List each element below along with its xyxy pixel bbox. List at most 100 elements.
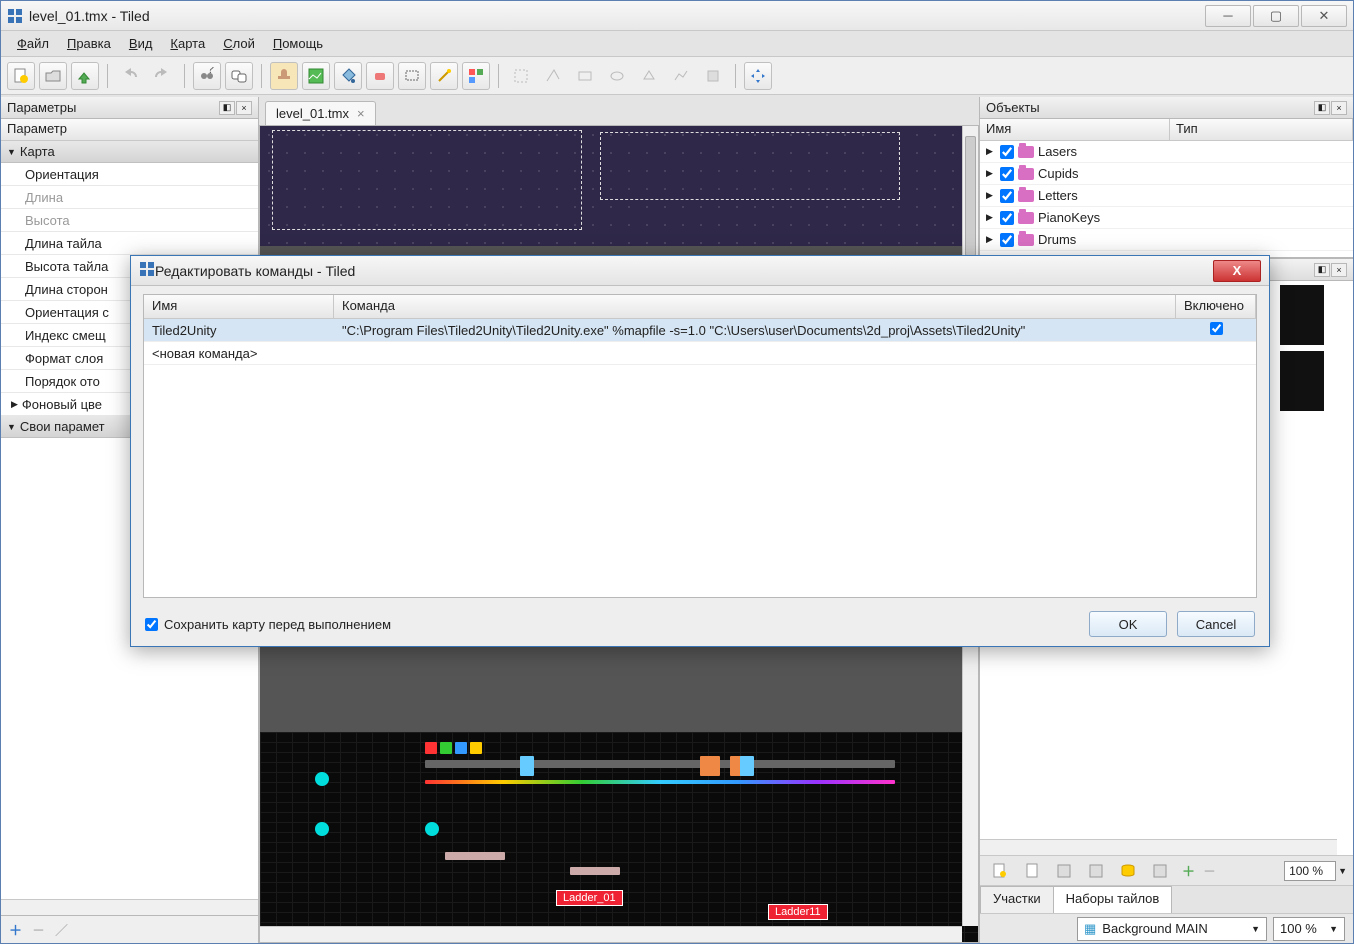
remove-property-button[interactable]: － bbox=[32, 920, 45, 939]
eraser-tool-button[interactable] bbox=[366, 62, 394, 90]
folder-icon bbox=[1018, 234, 1034, 246]
tileset-props-button[interactable] bbox=[1146, 857, 1174, 885]
tileset-import-button[interactable] bbox=[1082, 857, 1110, 885]
prop-hscroll[interactable] bbox=[1, 899, 258, 915]
redo-button[interactable] bbox=[148, 62, 176, 90]
folder-icon bbox=[1018, 212, 1034, 224]
object-row[interactable]: ▶Letters bbox=[980, 185, 1353, 207]
rect-select-button[interactable] bbox=[398, 62, 426, 90]
panel-close-button[interactable]: × bbox=[1331, 101, 1347, 115]
random-button[interactable] bbox=[225, 62, 253, 90]
run-command-button[interactable]: ? bbox=[193, 62, 221, 90]
object-row[interactable]: ▶PianoKeys bbox=[980, 207, 1353, 229]
edit-property-button[interactable]: ／ bbox=[55, 920, 68, 939]
save-before-checkbox-label[interactable]: Сохранить карту перед выполнением bbox=[145, 617, 391, 632]
maximize-button[interactable]: ▢ bbox=[1253, 5, 1299, 27]
tileset-add-button[interactable]: ＋ bbox=[1182, 861, 1195, 880]
insert-rect-button[interactable] bbox=[571, 62, 599, 90]
panel-float-button[interactable]: ◧ bbox=[1314, 263, 1330, 277]
panel-float-button[interactable]: ◧ bbox=[1314, 101, 1330, 115]
object-visible-checkbox[interactable] bbox=[1000, 167, 1014, 181]
objects-col-name[interactable]: Имя bbox=[980, 119, 1170, 140]
canvas-hscroll[interactable] bbox=[260, 926, 962, 942]
app-icon bbox=[139, 261, 155, 280]
ok-button[interactable]: OK bbox=[1089, 611, 1167, 637]
prop-group-map[interactable]: ▼Карта bbox=[1, 141, 258, 163]
command-row[interactable]: Tiled2Unity "C:\Program Files\Tiled2Unit… bbox=[144, 319, 1256, 342]
tab-terrains[interactable]: Участки bbox=[980, 886, 1054, 913]
dialog-col-command[interactable]: Команда bbox=[334, 295, 1176, 318]
object-visible-checkbox[interactable] bbox=[1000, 189, 1014, 203]
menu-view[interactable]: Вид bbox=[121, 33, 161, 54]
object-row[interactable]: ▶Drums bbox=[980, 229, 1353, 251]
canvas-label-ladder01[interactable]: Ladder_01 bbox=[556, 890, 623, 906]
close-tab-icon[interactable]: × bbox=[357, 106, 365, 121]
tileset-select[interactable]: ▦ Background MAIN ▼ bbox=[1077, 917, 1267, 941]
prop-row[interactable]: Длина bbox=[1, 186, 258, 209]
insert-ellipse-button[interactable] bbox=[603, 62, 631, 90]
properties-panel-header[interactable]: Параметры ◧× bbox=[1, 97, 258, 119]
command-enabled-checkbox[interactable] bbox=[1210, 322, 1223, 335]
dialog-col-name[interactable]: Имя bbox=[144, 295, 334, 318]
panel-close-button[interactable]: × bbox=[1331, 263, 1347, 277]
canvas-label-ladder11[interactable]: Ladder11 bbox=[768, 904, 828, 920]
edit-commands-dialog: Редактировать команды - Tiled X Имя Кома… bbox=[130, 255, 1270, 647]
panel-float-button[interactable]: ◧ bbox=[219, 101, 235, 115]
save-before-checkbox[interactable] bbox=[145, 618, 158, 631]
tileset-zoom-input[interactable] bbox=[1284, 861, 1336, 881]
insert-polygon-button[interactable] bbox=[635, 62, 663, 90]
menu-map[interactable]: Карта bbox=[162, 33, 213, 54]
prop-row[interactable]: Длина тайла bbox=[1, 232, 258, 255]
object-row[interactable]: ▶Lasers bbox=[980, 141, 1353, 163]
tileset-hscroll[interactable] bbox=[980, 839, 1337, 855]
insert-tile-button[interactable] bbox=[699, 62, 727, 90]
tileset-doc-button[interactable] bbox=[1018, 857, 1046, 885]
panel-close-button[interactable]: × bbox=[236, 101, 252, 115]
tileset-export-button[interactable] bbox=[1050, 857, 1078, 885]
save-button[interactable] bbox=[71, 62, 99, 90]
tileset-db-button[interactable] bbox=[1114, 857, 1142, 885]
new-file-button[interactable] bbox=[7, 62, 35, 90]
menu-help[interactable]: Помощь bbox=[265, 33, 331, 54]
command-row-new[interactable]: <новая команда> bbox=[144, 342, 1256, 365]
undo-button[interactable] bbox=[116, 62, 144, 90]
object-select-button[interactable] bbox=[507, 62, 535, 90]
stamp-tool-button[interactable] bbox=[270, 62, 298, 90]
object-row[interactable]: ▶Cupids bbox=[980, 163, 1353, 185]
objects-panel-header[interactable]: Объекты ◧× bbox=[980, 97, 1353, 119]
object-visible-checkbox[interactable] bbox=[1000, 233, 1014, 247]
menu-edit[interactable]: Правка bbox=[59, 33, 119, 54]
object-visible-checkbox[interactable] bbox=[1000, 145, 1014, 159]
terrain-tool-button[interactable] bbox=[302, 62, 330, 90]
minimize-button[interactable]: ─ bbox=[1205, 5, 1251, 27]
tileset-new-button[interactable] bbox=[986, 857, 1014, 885]
wand-tool-button[interactable] bbox=[430, 62, 458, 90]
add-property-button[interactable]: ＋ bbox=[9, 920, 22, 939]
document-tab[interactable]: level_01.tmx × bbox=[265, 101, 376, 125]
prop-row[interactable]: Ориентация bbox=[1, 163, 258, 186]
move-view-button[interactable] bbox=[744, 62, 772, 90]
dialog-close-button[interactable]: X bbox=[1213, 260, 1261, 282]
object-visible-checkbox[interactable] bbox=[1000, 211, 1014, 225]
menu-file[interactable]: Файл bbox=[9, 33, 57, 54]
insert-polyline-button[interactable] bbox=[667, 62, 695, 90]
folder-icon bbox=[1018, 146, 1034, 158]
tab-tilesets[interactable]: Наборы тайлов bbox=[1053, 886, 1173, 913]
close-button[interactable]: ✕ bbox=[1301, 5, 1347, 27]
dialog-col-enabled[interactable]: Включено bbox=[1176, 295, 1256, 318]
tileset-remove-button[interactable]: － bbox=[1203, 861, 1216, 880]
edit-poly-button[interactable] bbox=[539, 62, 567, 90]
titlebar[interactable]: level_01.tmx - Tiled ─ ▢ ✕ bbox=[1, 1, 1353, 31]
menu-layer[interactable]: Слой bbox=[215, 33, 263, 54]
fill-tool-button[interactable] bbox=[334, 62, 362, 90]
open-file-button[interactable] bbox=[39, 62, 67, 90]
objects-col-type[interactable]: Тип bbox=[1170, 119, 1353, 140]
cancel-button[interactable]: Cancel bbox=[1177, 611, 1255, 637]
main-toolbar: ? bbox=[1, 57, 1353, 95]
zoom-dropdown-icon[interactable]: ▼ bbox=[1338, 866, 1347, 876]
bg-zoom-input[interactable]: 100 % ▼ bbox=[1273, 917, 1345, 941]
folder-icon bbox=[1018, 190, 1034, 202]
same-tile-select-button[interactable] bbox=[462, 62, 490, 90]
dialog-titlebar[interactable]: Редактировать команды - Tiled X bbox=[131, 256, 1269, 286]
prop-row[interactable]: Высота bbox=[1, 209, 258, 232]
